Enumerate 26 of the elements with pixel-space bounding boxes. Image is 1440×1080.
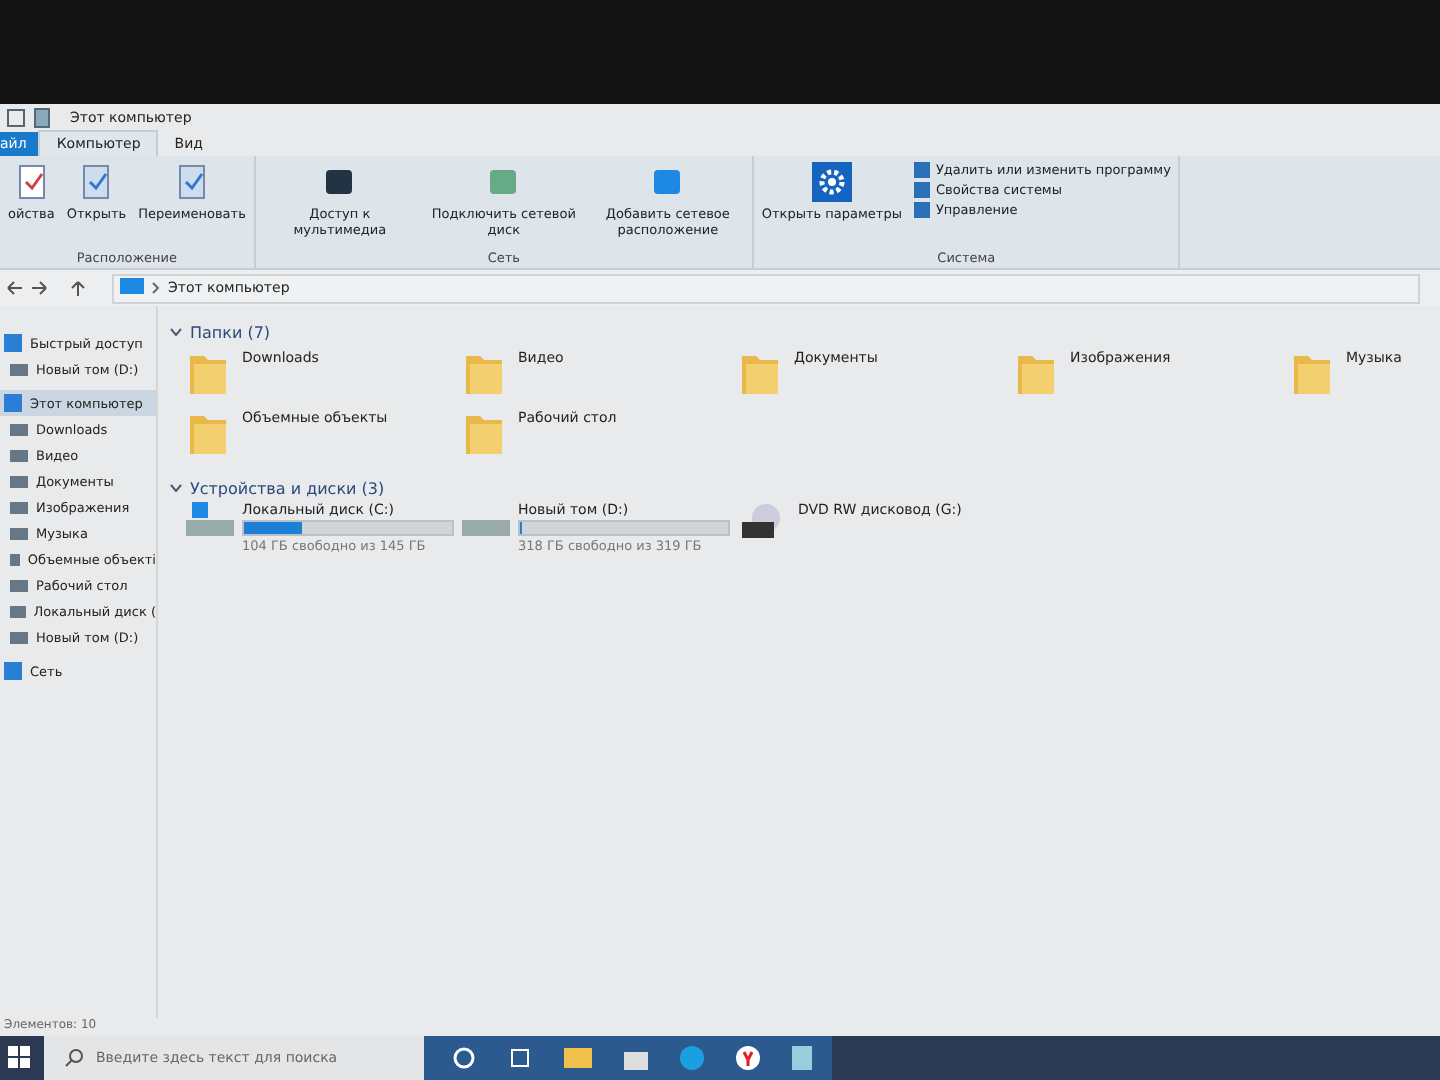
folder-icon	[462, 350, 506, 398]
drive-icon	[186, 502, 234, 536]
folder-icon	[738, 350, 782, 398]
start-icon[interactable]	[8, 1046, 32, 1070]
chevron-down-icon[interactable]	[170, 328, 182, 336]
checkbox-icon	[6, 108, 26, 128]
chevron-right-icon	[152, 282, 160, 294]
document-icon	[34, 108, 50, 128]
search-icon	[64, 1048, 84, 1068]
drive-icon	[462, 520, 510, 536]
folder-icon	[1014, 350, 1058, 398]
chevron-down-icon[interactable]	[170, 484, 182, 492]
gear-icon	[811, 162, 852, 202]
folder-icon[interactable]	[564, 1046, 592, 1070]
small-square-icon	[913, 182, 930, 198]
folder-icon	[462, 410, 506, 458]
section-header[interactable]: Устройства и диски (3)	[190, 479, 385, 497]
section-header[interactable]: Папки (7)	[190, 323, 271, 341]
monitor-icon	[120, 278, 144, 298]
circle-icon[interactable]	[452, 1046, 476, 1070]
task-view-icon[interactable]	[508, 1046, 532, 1070]
folder-icon	[186, 410, 230, 458]
small-square-icon	[913, 162, 930, 178]
small-square-icon	[913, 202, 930, 218]
folder-icon	[186, 350, 230, 398]
folder-icon	[1290, 350, 1334, 398]
